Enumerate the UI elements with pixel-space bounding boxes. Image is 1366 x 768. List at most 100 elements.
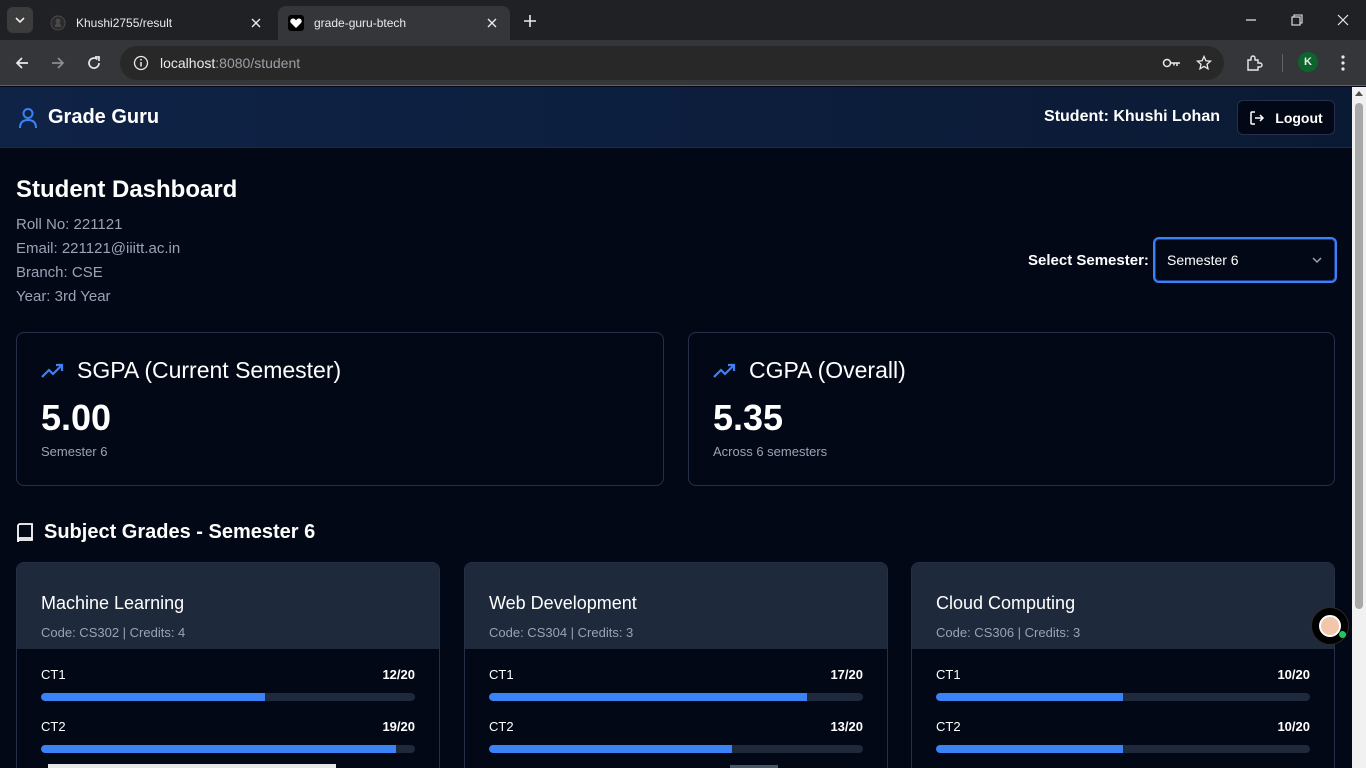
tab-grade-guru[interactable]: grade-guru-btech <box>278 6 510 40</box>
semester-select-label: Select Semester: <box>1028 252 1149 269</box>
year: Year: 3rd Year <box>16 288 111 305</box>
subject-meta: Code: CS304 | Credits: 3 <box>489 625 634 640</box>
sgpa-card-header: SGPA (Current Semester) <box>41 357 341 384</box>
subject-name: Web Development <box>489 593 637 613</box>
user-icon <box>19 107 37 128</box>
password-key-icon[interactable] <box>1158 49 1186 77</box>
test-label: CT2 <box>936 719 961 734</box>
vertical-scrollbar[interactable] <box>1352 87 1366 768</box>
score-bar <box>489 693 863 701</box>
subject-card: Machine Learning Code: CS302 | Credits: … <box>16 562 440 768</box>
github-icon <box>50 15 66 31</box>
branch: Branch: CSE <box>16 264 103 281</box>
cgpa-card: CGPA (Overall) 5.35 Across 6 semesters <box>688 332 1335 486</box>
chevron-down-icon <box>1312 257 1322 264</box>
semester-select-value: Semester 6 <box>1167 252 1239 268</box>
url-path: :8080/student <box>215 55 301 71</box>
subject-name: Machine Learning <box>41 593 185 613</box>
horizontal-scroll-indicator <box>48 764 336 768</box>
restore-button[interactable] <box>1274 0 1320 40</box>
floating-assistant-button[interactable] <box>1311 607 1349 645</box>
new-tab-button[interactable] <box>518 9 542 33</box>
score-bar-fill <box>41 693 266 701</box>
online-status-dot <box>1339 631 1346 638</box>
extensions-icon[interactable] <box>1240 49 1268 77</box>
close-icon[interactable] <box>484 15 500 31</box>
brand-name: Grade Guru <box>48 106 160 128</box>
logout-icon <box>1250 110 1265 125</box>
reload-button[interactable] <box>80 49 108 77</box>
page-title: Student Dashboard <box>16 176 238 203</box>
email: Email: 221121@iiitt.ac.in <box>16 240 181 257</box>
cgpa-subtitle: Across 6 semesters <box>713 444 828 459</box>
score-bar <box>41 745 415 753</box>
subject-card: Web Development Code: CS304 | Credits: 3… <box>464 562 888 768</box>
logout-button[interactable]: Logout <box>1237 100 1335 135</box>
tab-title: grade-guru-btech <box>314 16 407 30</box>
back-button[interactable] <box>8 49 36 77</box>
address-bar[interactable]: localhost:8080/student <box>120 46 1224 80</box>
logout-label: Logout <box>1275 109 1323 126</box>
test-score: 12/20 <box>382 667 415 682</box>
kebab-menu-icon <box>1341 55 1345 71</box>
profile-avatar[interactable]: K <box>1298 52 1318 72</box>
book-icon <box>17 522 33 542</box>
subject-grades-heading: Subject Grades - Semester 6 <box>16 521 315 544</box>
tab-github[interactable]: Khushi2755/result <box>40 6 274 40</box>
plus-icon <box>524 15 536 27</box>
score-bar-fill <box>936 745 1123 753</box>
test-label: CT1 <box>489 667 514 682</box>
sgpa-title: SGPA (Current Semester) <box>77 357 342 383</box>
score-bar-fill <box>489 745 733 753</box>
browser-tab-bar: Khushi2755/result grade-guru-btech <box>0 0 1366 40</box>
sgpa-value: 5.00 <box>41 397 112 438</box>
close-icon <box>1337 14 1349 26</box>
score-bar-fill <box>489 693 807 701</box>
page-content: Grade Guru Student: Khushi Lohan Logout … <box>0 87 1352 768</box>
test-score: 17/20 <box>830 667 863 682</box>
roll-number: Roll No: 221121 <box>16 216 123 233</box>
test-score: 19/20 <box>382 719 415 734</box>
score-bar <box>936 693 1310 701</box>
subject-card: Cloud Computing Code: CS306 | Credits: 3… <box>911 562 1335 768</box>
forward-button[interactable] <box>44 49 72 77</box>
test-label: CT2 <box>489 719 514 734</box>
minimize-icon <box>1246 19 1256 21</box>
test-score: 10/20 <box>1277 719 1310 734</box>
arrow-left-icon <box>15 57 28 69</box>
scroll-up-arrow-icon[interactable] <box>1355 91 1363 96</box>
chevron-down-icon <box>15 17 25 24</box>
assistant-avatar-icon <box>1319 615 1341 637</box>
window-close-button[interactable] <box>1320 0 1366 40</box>
heart-icon <box>288 15 304 31</box>
score-bar <box>489 745 863 753</box>
cgpa-card-header: CGPA (Overall) <box>713 357 906 384</box>
score-bar-fill <box>41 745 397 753</box>
browser-toolbar: localhost:8080/student K <box>0 40 1366 86</box>
score-bar-fill <box>936 693 1123 701</box>
tab-search-button[interactable] <box>7 7 33 33</box>
scrollbar-thumb[interactable] <box>1355 103 1363 609</box>
minimize-button[interactable] <box>1228 0 1274 40</box>
star-icon[interactable] <box>1190 49 1218 77</box>
restore-icon <box>1291 14 1303 26</box>
semester-select[interactable]: Semester 6 <box>1153 237 1337 283</box>
browser-menu-button[interactable] <box>1329 49 1357 77</box>
test-score: 10/20 <box>1277 667 1310 682</box>
test-score: 13/20 <box>830 719 863 734</box>
cgpa-value: 5.35 <box>713 397 784 438</box>
tab-title: Khushi2755/result <box>76 16 173 30</box>
close-icon[interactable] <box>248 15 264 31</box>
test-label: CT1 <box>41 667 66 682</box>
brand[interactable]: Grade Guru <box>18 106 159 129</box>
app-header: Grade Guru Student: Khushi Lohan Logout <box>0 87 1352 148</box>
subject-meta: Code: CS306 | Credits: 3 <box>936 625 1081 640</box>
toolbar-divider <box>1282 54 1283 72</box>
subject-grades-title: Subject Grades - Semester 6 <box>44 521 316 543</box>
reload-icon <box>88 56 100 69</box>
info-icon[interactable] <box>132 54 150 72</box>
sgpa-card: SGPA (Current Semester) 5.00 Semester 6 <box>16 332 664 486</box>
test-label: CT2 <box>41 719 66 734</box>
url-host: localhost <box>160 55 216 71</box>
trending-up-icon <box>41 363 64 378</box>
